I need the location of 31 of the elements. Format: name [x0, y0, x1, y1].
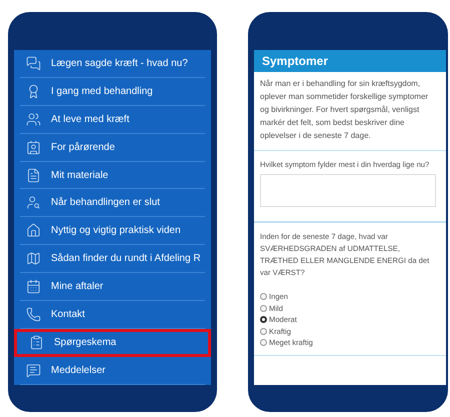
- person-card-icon: [26, 140, 41, 155]
- calendar-icon: [26, 279, 41, 294]
- radio-button[interactable]: [260, 316, 267, 324]
- radio-button[interactable]: [260, 328, 267, 335]
- menu-item[interactable]: Nyttig og vigtig praktisk viden: [20, 217, 205, 246]
- radio-button[interactable]: [260, 293, 267, 300]
- menu-item[interactable]: At leve med kræft: [20, 106, 205, 134]
- menu-item[interactable]: Lægen sagde kræft - hvad nu?: [20, 50, 205, 78]
- people-icon: [26, 112, 41, 127]
- map-icon: [26, 251, 41, 266]
- intro-text: Når man er i behandling for sin kræftsygdom, oplever man sommetider forskellige symptomer og bivirkninger. For hvert spørgsmål, venligst markér det felt, som bedst beskriver dine oplevelser i de seneste 7 dage.: [260, 78, 430, 142]
- house-icon: [26, 223, 41, 238]
- speech-bubbles-icon: [26, 56, 41, 71]
- answer-field[interactable]: [260, 174, 436, 207]
- menu-item[interactable]: Mine aftaler: [20, 273, 205, 302]
- document-icon: [26, 168, 41, 182]
- menu-item[interactable]: Spørgeskema: [14, 328, 211, 357]
- radio-button[interactable]: [260, 339, 267, 346]
- chat-icon: [26, 362, 41, 378]
- clipboard-icon: [29, 335, 44, 350]
- menu-item[interactable]: I gang med behandling: [20, 78, 205, 106]
- person-search-icon: [26, 195, 41, 210]
- menu-item[interactable]: Meddelelser: [20, 356, 205, 385]
- menu-item[interactable]: Mit materiale: [20, 162, 205, 190]
- menu-item[interactable]: Sådan finder du rundt i Afdeling R: [20, 245, 205, 274]
- menu-item[interactable]: Når behandlingen er slut: [20, 189, 205, 218]
- radio-button[interactable]: [260, 304, 267, 312]
- menu-item[interactable]: For pårørende: [20, 134, 205, 162]
- phone-icon: [26, 306, 41, 322]
- form-title: Symptomer: [262, 53, 328, 70]
- menu-item[interactable]: Kontakt: [20, 301, 205, 329]
